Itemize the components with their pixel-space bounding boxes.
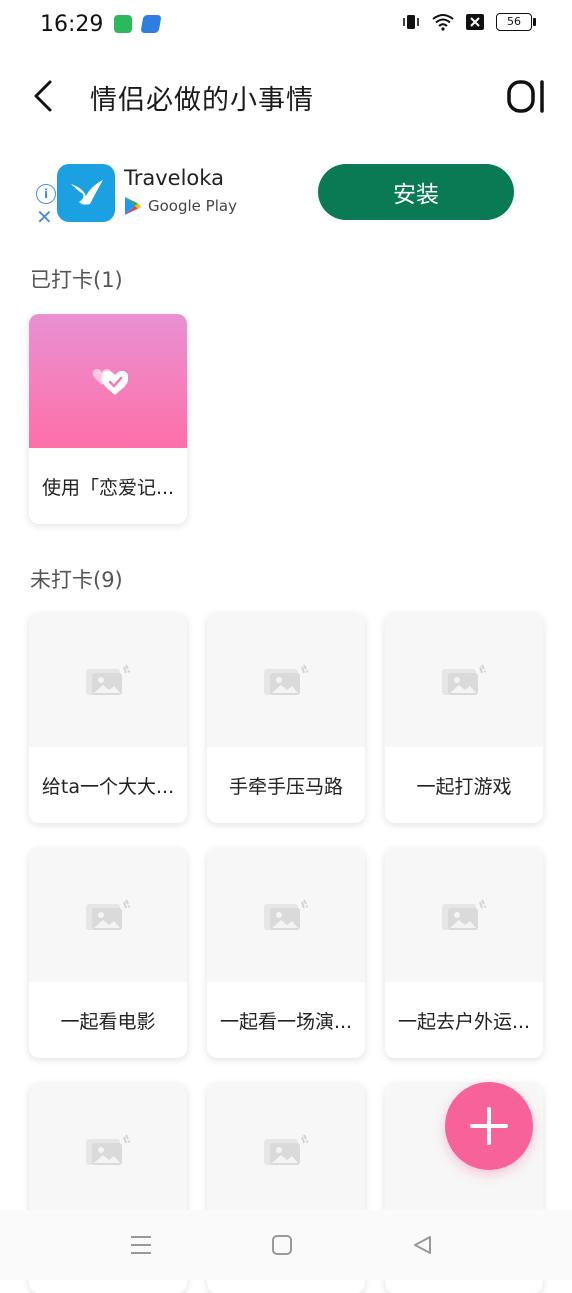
task-card[interactable]: 一起看一场演... bbox=[207, 848, 365, 1058]
back-arrow-icon bbox=[34, 80, 52, 112]
ad-app-icon[interactable] bbox=[57, 164, 115, 222]
card-label: 使用「恋爱记... bbox=[41, 476, 175, 499]
card-image-placeholder bbox=[29, 848, 187, 982]
card-image-placeholder bbox=[207, 848, 365, 982]
section-title-done: 已打卡(1) bbox=[30, 268, 123, 292]
notification-app-icon bbox=[140, 15, 162, 33]
add-task-button[interactable] bbox=[445, 1082, 533, 1170]
menu-button[interactable] bbox=[506, 76, 548, 116]
status-time: 16:29 bbox=[40, 12, 104, 37]
wifi-icon bbox=[432, 14, 454, 31]
google-play-icon bbox=[125, 197, 141, 215]
no-sim-icon bbox=[466, 14, 484, 30]
card-label: 给ta一个大大... bbox=[41, 775, 175, 798]
image-placeholder-icon bbox=[264, 1134, 309, 1165]
vibrate-icon bbox=[403, 15, 419, 29]
image-placeholder-icon bbox=[86, 1134, 131, 1165]
card-image-placeholder bbox=[29, 613, 187, 747]
task-card[interactable]: 给ta一个大大... bbox=[29, 613, 187, 823]
card-image-placeholder bbox=[29, 1083, 187, 1217]
image-placeholder-icon bbox=[442, 664, 487, 695]
system-nav-bar bbox=[0, 1210, 572, 1280]
image-placeholder-icon bbox=[86, 664, 131, 695]
card-image-placeholder bbox=[385, 613, 543, 747]
section-title-todo: 未打卡(9) bbox=[30, 568, 123, 592]
plus-icon bbox=[470, 1107, 508, 1145]
card-image-placeholder bbox=[207, 613, 365, 747]
card-image bbox=[29, 314, 187, 448]
task-card[interactable]: 一起打游戏 bbox=[385, 613, 543, 823]
store-label: Google Play bbox=[124, 196, 237, 216]
card-image-placeholder bbox=[385, 848, 543, 982]
image-placeholder-icon bbox=[442, 899, 487, 930]
task-card[interactable]: 一起看电影 bbox=[29, 848, 187, 1058]
back-nav-icon[interactable] bbox=[411, 1234, 433, 1256]
bird-icon bbox=[71, 180, 103, 205]
card-label: 一起看电影 bbox=[60, 1010, 156, 1033]
recent-apps-icon[interactable] bbox=[129, 1234, 153, 1256]
ad-info-icon[interactable]: i bbox=[36, 184, 56, 204]
image-placeholder-icon bbox=[264, 899, 309, 930]
image-placeholder-icon bbox=[86, 899, 131, 930]
card-label: 手牵手压马路 bbox=[228, 775, 343, 798]
store-name: Google Play bbox=[148, 197, 237, 215]
page-title: 情侣必做的小事情 bbox=[90, 85, 314, 116]
battery-icon: 56 bbox=[496, 13, 536, 31]
card-image-placeholder bbox=[207, 1083, 365, 1217]
image-placeholder-icon bbox=[264, 664, 309, 695]
card-label: 一起打游戏 bbox=[416, 775, 512, 798]
install-button[interactable]: 安装 bbox=[318, 164, 514, 220]
task-card[interactable]: 使用「恋爱记... bbox=[29, 314, 187, 524]
task-card[interactable]: 手牵手压马路 bbox=[207, 613, 365, 823]
card-label: 一起去户外运... bbox=[397, 1010, 531, 1033]
home-icon[interactable] bbox=[271, 1234, 293, 1256]
ad-close-icon[interactable]: ✕ bbox=[36, 205, 53, 229]
heart-check-icon bbox=[92, 369, 128, 395]
status-icons: 56 bbox=[402, 13, 536, 31]
mini-program-menu-icon bbox=[507, 80, 544, 113]
back-button[interactable] bbox=[26, 76, 62, 116]
card-label: 一起看一场演... bbox=[219, 1010, 353, 1033]
ad-app-name: Traveloka bbox=[124, 166, 224, 190]
notification-app-icon bbox=[114, 15, 132, 33]
task-card[interactable]: 一起去户外运... bbox=[385, 848, 543, 1058]
